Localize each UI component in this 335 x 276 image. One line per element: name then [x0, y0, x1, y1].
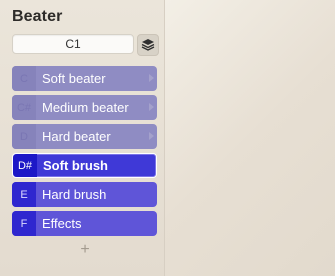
- plus-icon[interactable]: +: [78, 242, 92, 258]
- item-label: Soft beater: [42, 71, 106, 86]
- list-item-hard-beater[interactable]: D Hard beater: [12, 124, 157, 149]
- note-label: D: [12, 124, 36, 149]
- left-panel: Beater C1 C Soft beater C# Medium beater…: [0, 0, 165, 276]
- note-label: D#: [13, 154, 37, 177]
- item-label: Hard brush: [42, 187, 107, 202]
- key-field-value: C1: [65, 37, 81, 51]
- chevron-right-icon: [149, 103, 154, 111]
- stack-button[interactable]: [137, 34, 159, 56]
- item-label: Medium beater: [42, 100, 129, 115]
- item-label: Hard beater: [42, 129, 111, 144]
- item-label: Soft brush: [43, 158, 108, 173]
- list-item-medium-beater[interactable]: C# Medium beater: [12, 95, 157, 120]
- panel-title: Beater: [12, 8, 63, 25]
- stack-icon: [141, 39, 155, 51]
- list-item-effects[interactable]: F Effects: [12, 211, 157, 236]
- chevron-right-icon: [149, 132, 154, 140]
- note-label: F: [12, 211, 36, 236]
- key-field[interactable]: C1: [12, 34, 134, 54]
- chevron-right-icon: [149, 74, 154, 82]
- note-label: C: [12, 66, 36, 91]
- list-item-soft-beater[interactable]: C Soft beater: [12, 66, 157, 91]
- item-label: Effects: [42, 216, 82, 231]
- note-label: E: [12, 182, 36, 207]
- articulation-list: C Soft beater C# Medium beater D Hard be…: [12, 66, 157, 240]
- right-panel: [165, 0, 335, 276]
- list-item-hard-brush[interactable]: E Hard brush: [12, 182, 157, 207]
- list-item-soft-brush[interactable]: D# Soft brush: [12, 153, 157, 178]
- note-label: C#: [12, 95, 36, 120]
